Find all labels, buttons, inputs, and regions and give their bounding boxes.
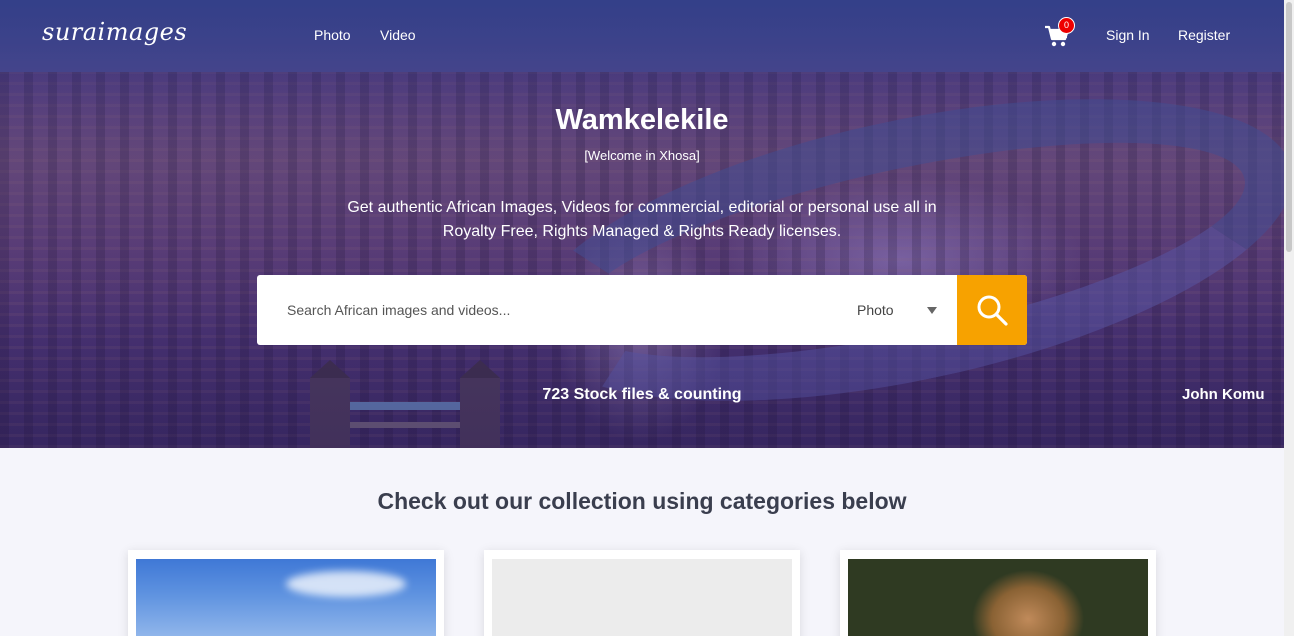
nav-photo[interactable]: Photo: [314, 27, 351, 43]
sign-in-link[interactable]: Sign In: [1106, 27, 1150, 43]
hero-title: Wamkelekile: [555, 104, 729, 136]
search-bar: Photo: [257, 275, 1027, 345]
photo-credit[interactable]: John Komu: [1182, 386, 1265, 403]
cart-count-badge: 0: [1058, 17, 1075, 34]
search-icon: [977, 295, 1008, 326]
scrollbar-thumb[interactable]: [1286, 2, 1292, 252]
page-scrollbar[interactable]: [1284, 0, 1294, 636]
search-button[interactable]: [957, 275, 1027, 345]
hero-subtitle: [Welcome in Xhosa]: [584, 148, 700, 163]
nav-video[interactable]: Video: [380, 27, 416, 43]
hero-description: Get authentic African Images, Videos for…: [347, 199, 937, 240]
category-card[interactable]: [840, 550, 1156, 636]
category-card[interactable]: [484, 550, 800, 636]
media-type-selected: Photo: [857, 302, 894, 318]
categories-heading: Check out our collection using categorie…: [377, 488, 907, 514]
cloud-graphic: [286, 571, 406, 597]
media-type-select[interactable]: Photo: [857, 275, 957, 345]
category-image: [848, 559, 1148, 636]
category-image: [136, 559, 436, 636]
stock-count: 723 Stock files & counting: [542, 386, 742, 403]
search-input[interactable]: [257, 275, 827, 345]
top-navbar: suraimages Photo Video 0 Sign In Registe…: [0, 0, 1284, 72]
logo[interactable]: suraimages: [42, 18, 187, 46]
category-image: [492, 559, 792, 636]
category-card[interactable]: [128, 550, 444, 636]
chevron-down-icon: [927, 307, 937, 314]
register-link[interactable]: Register: [1178, 27, 1230, 43]
